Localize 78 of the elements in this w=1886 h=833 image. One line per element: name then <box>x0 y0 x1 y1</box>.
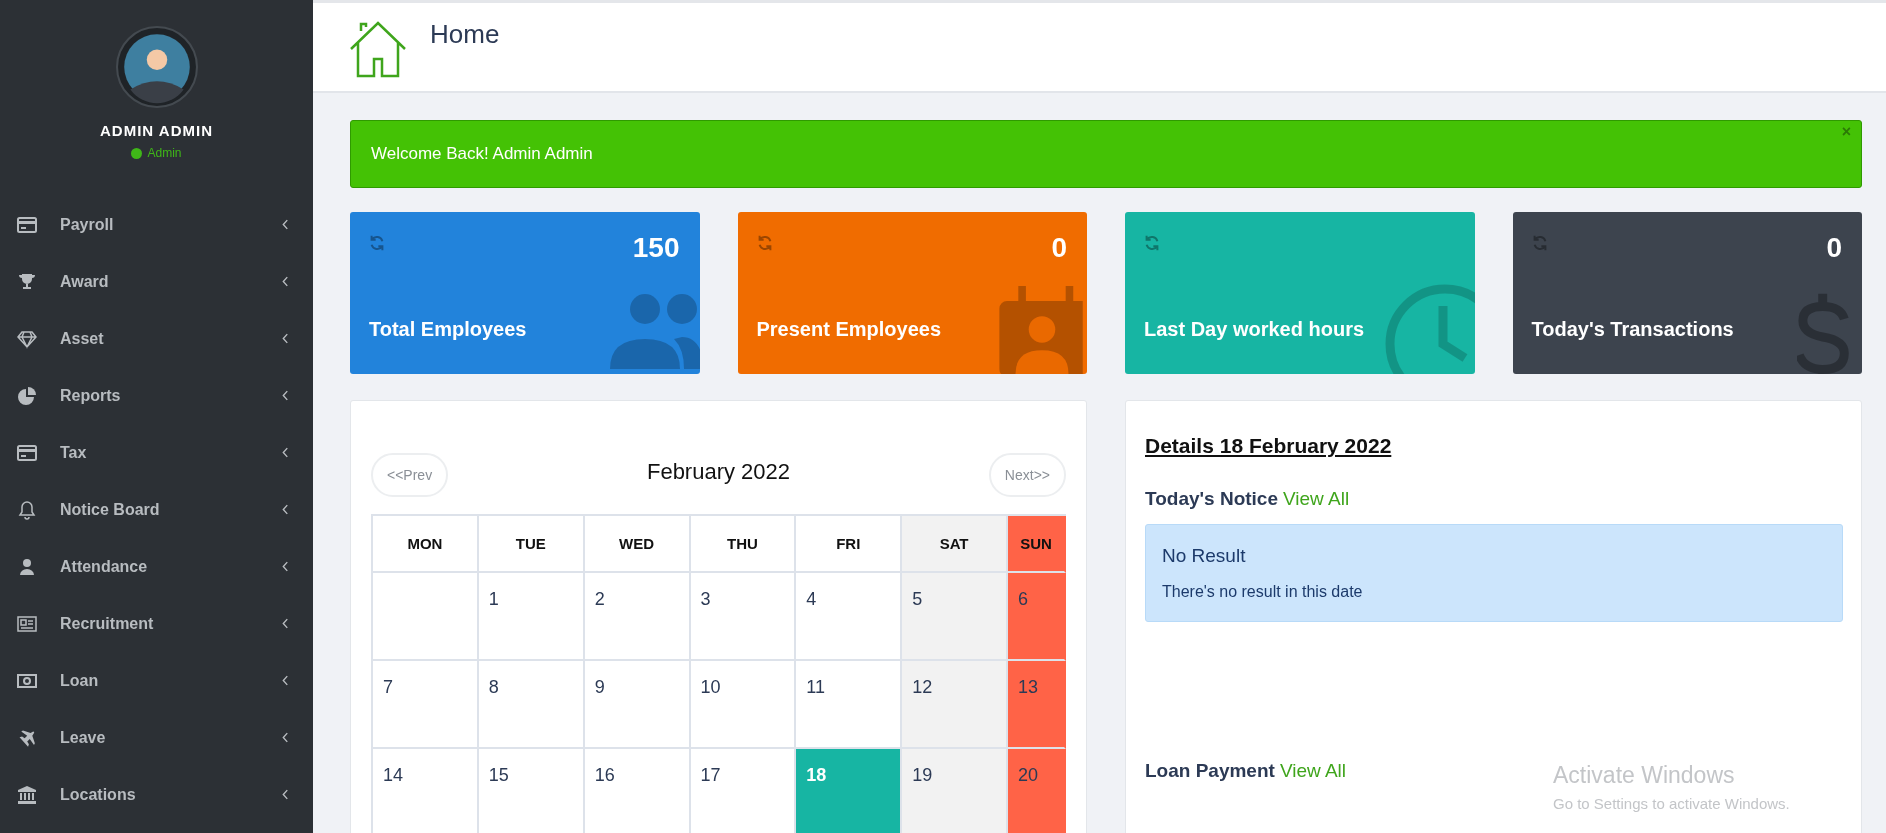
calendar-day[interactable] <box>373 573 479 661</box>
calendar-day[interactable]: 5 <box>902 573 1008 661</box>
details-title: Details 18 February 2022 <box>1145 434 1393 458</box>
no-result-title: No Result <box>1162 545 1247 567</box>
trophy-icon <box>17 271 37 292</box>
calendar-day[interactable]: 7 <box>373 661 479 749</box>
sidebar-item[interactable]: Notice Board <box>0 481 313 538</box>
house-icon <box>348 19 408 79</box>
weekday-header: TUE <box>478 516 585 573</box>
chevron-icon <box>282 732 289 743</box>
calendar-day[interactable]: 19 <box>902 749 1008 833</box>
section-heading: Loan Payment <box>1145 760 1275 782</box>
sidebar-item[interactable]: Asset <box>0 310 313 367</box>
user-icon <box>17 556 37 577</box>
sidebar-item[interactable]: Locations <box>0 766 313 823</box>
dollar-icon <box>1797 292 1852 374</box>
chevron-icon <box>282 675 289 686</box>
stat-value: 150 <box>632 232 680 264</box>
chevron-icon <box>282 333 289 344</box>
refresh-icon[interactable] <box>1143 234 1161 252</box>
section-heading: Today's Notice <box>1145 488 1278 510</box>
stat-label: Total Employees <box>369 318 527 341</box>
calendar-day[interactable]: 8 <box>478 661 585 749</box>
sidebar-item[interactable]: Award <box>0 253 313 310</box>
stat-label: Present Employees <box>756 318 942 341</box>
weekday-header: THU <box>690 516 797 573</box>
refresh-icon[interactable] <box>368 234 386 252</box>
avatar-icon <box>115 26 198 108</box>
calendar-day[interactable]: 9 <box>584 661 691 749</box>
pie-icon <box>17 385 37 406</box>
stat-value: 0 <box>1051 232 1067 264</box>
page-title: Home <box>430 19 500 50</box>
calendar-day[interactable]: 13 <box>1008 661 1066 749</box>
calendar-day[interactable]: 3 <box>690 573 797 661</box>
chevron-icon <box>282 618 289 629</box>
no-result-text: There's no result in this date <box>1162 583 1364 601</box>
weekday-header: WED <box>584 516 691 573</box>
user-name: ADMIN ADMIN <box>100 122 213 139</box>
sidebar-item[interactable]: Reports <box>0 367 313 424</box>
calendar-month-title: February 2022 <box>646 459 791 485</box>
calendar-day[interactable]: 10 <box>690 661 797 749</box>
chevron-icon <box>282 447 289 458</box>
chevron-icon <box>282 504 289 515</box>
stat-label: Last Day worked hours <box>1144 318 1365 341</box>
weekday-header: MON <box>373 516 479 573</box>
sidebar-item[interactable]: Attendance <box>0 538 313 595</box>
sidebar-item[interactable]: Leave <box>0 709 313 766</box>
calendar-day[interactable]: 20 <box>1008 749 1066 833</box>
calendar-day[interactable]: 15 <box>478 749 585 833</box>
diamond-icon <box>17 328 37 349</box>
weekday-header: SUN <box>1008 516 1066 573</box>
calendar-day[interactable]: 1 <box>478 573 585 661</box>
calendar-day[interactable]: 14 <box>373 749 479 833</box>
weekday-header: SAT <box>902 516 1008 573</box>
calendar-day[interactable]: 2 <box>584 573 691 661</box>
calendar-day[interactable]: 16 <box>584 749 691 833</box>
chevron-icon <box>282 219 289 230</box>
calendar-day[interactable]: 6 <box>1008 573 1066 661</box>
welcome-message: Welcome Back! Admin Admin <box>371 144 593 164</box>
chevron-icon <box>282 561 289 572</box>
card-icon <box>17 214 37 235</box>
sidebar-item[interactable]: Payroll <box>0 196 313 253</box>
stat-label: Today's Transactions <box>1531 318 1734 341</box>
sidebar-item[interactable]: Tax <box>0 424 313 481</box>
bell-icon <box>17 499 37 520</box>
stat-value: 0 <box>1826 232 1842 264</box>
activation-text: Go to Settings to activate Windows. <box>1553 795 1790 812</box>
chevron-icon <box>282 276 289 287</box>
user-role: Admin <box>147 146 182 160</box>
bank-icon <box>17 784 37 805</box>
sidebar-item[interactable]: Recruitment <box>0 595 313 652</box>
calendar-day[interactable]: 12 <box>902 661 1008 749</box>
newspaper-icon <box>17 613 37 634</box>
chevron-icon <box>282 789 289 800</box>
sidebar-item[interactable]: Loan <box>0 652 313 709</box>
activation-title: Activate Windows <box>1553 762 1736 789</box>
chevron-icon <box>282 390 289 401</box>
card-icon <box>17 442 37 463</box>
